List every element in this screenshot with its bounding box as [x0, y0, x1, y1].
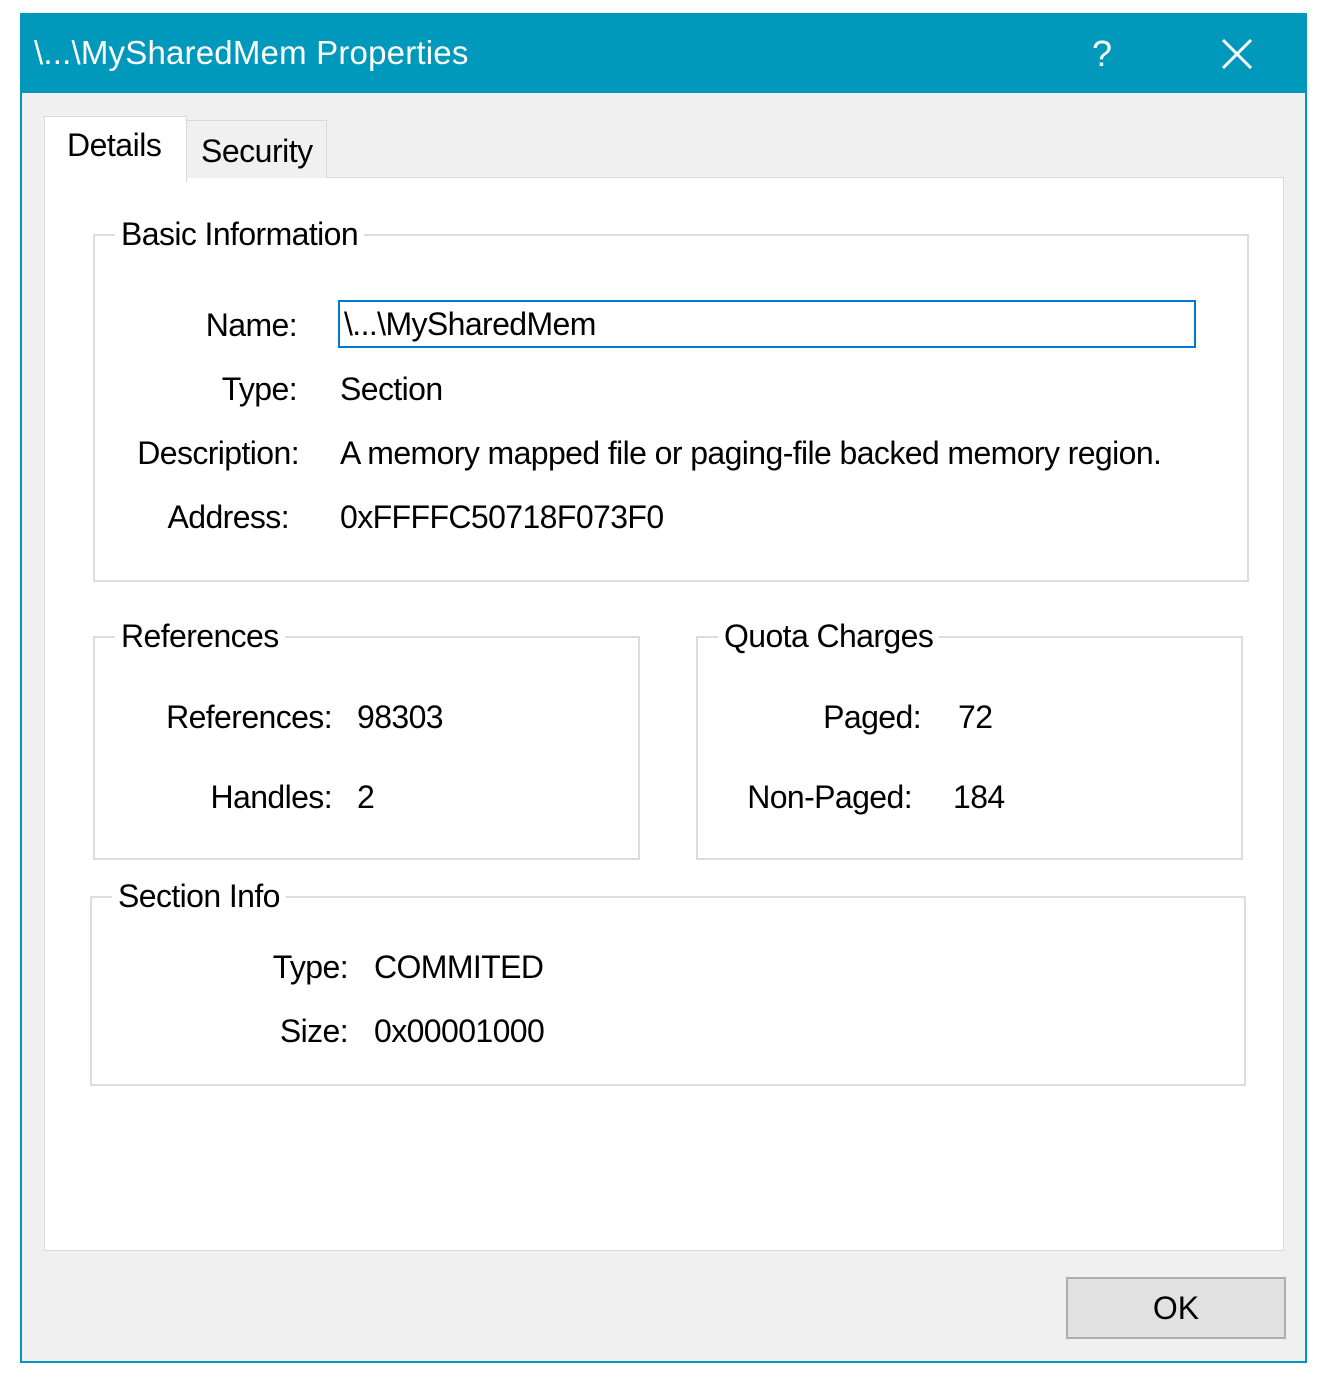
title-bar[interactable]: \...\MySharedMem Properties ?	[22, 15, 1305, 93]
non-paged-value: 184	[953, 779, 1005, 815]
details-tab-panel: Basic Information Name: Type: Section De…	[44, 177, 1284, 1251]
basic-information-title: Basic Information	[115, 215, 365, 253]
quota-charges-group: Quota Charges Paged: 72 Non-Paged: 184	[696, 617, 1243, 860]
ok-button[interactable]: OK	[1066, 1277, 1286, 1339]
tab-security[interactable]: Security	[186, 120, 327, 178]
section-size-value: 0x00001000	[374, 1013, 545, 1049]
description-value: A memory mapped file or paging-file back…	[340, 435, 1162, 471]
paged-label: Paged:	[823, 699, 921, 735]
name-label: Name:	[205, 307, 298, 343]
section-info-group: Section Info Type: COMMITED Size: 0x0000…	[90, 877, 1246, 1086]
tab-details[interactable]: Details	[44, 116, 187, 182]
references-title: References	[115, 617, 285, 655]
non-paged-label: Non-Paged:	[747, 779, 912, 815]
help-icon: ?	[1091, 33, 1113, 74]
name-input[interactable]	[338, 300, 1196, 348]
references-value: 98303	[357, 699, 444, 735]
section-type-value: COMMITED	[374, 949, 544, 985]
description-label: Description:	[137, 435, 299, 471]
quota-charges-title: Quota Charges	[718, 617, 940, 655]
section-size-label: Size:	[279, 1013, 349, 1049]
section-info-title: Section Info	[112, 877, 286, 915]
basic-information-group: Basic Information Name: Type: Section De…	[93, 215, 1249, 582]
address-value: 0xFFFFC50718F073F0	[340, 499, 664, 535]
window-title: \...\MySharedMem Properties	[34, 34, 469, 71]
address-label: Address:	[167, 499, 290, 535]
type-label: Type:	[221, 371, 298, 407]
close-icon	[1221, 38, 1253, 70]
properties-dialog: \...\MySharedMem Properties ? Details Se…	[20, 13, 1307, 1363]
references-label: References:	[166, 699, 333, 735]
close-button[interactable]	[1202, 15, 1272, 93]
references-group: References References: 98303 Handles: 2	[93, 617, 640, 860]
handles-value: 2	[357, 779, 375, 815]
type-value: Section	[340, 371, 443, 407]
paged-value: 72	[958, 699, 993, 735]
section-type-label: Type:	[272, 949, 349, 985]
handles-label: Handles:	[210, 779, 333, 815]
help-button[interactable]: ?	[1067, 15, 1137, 93]
